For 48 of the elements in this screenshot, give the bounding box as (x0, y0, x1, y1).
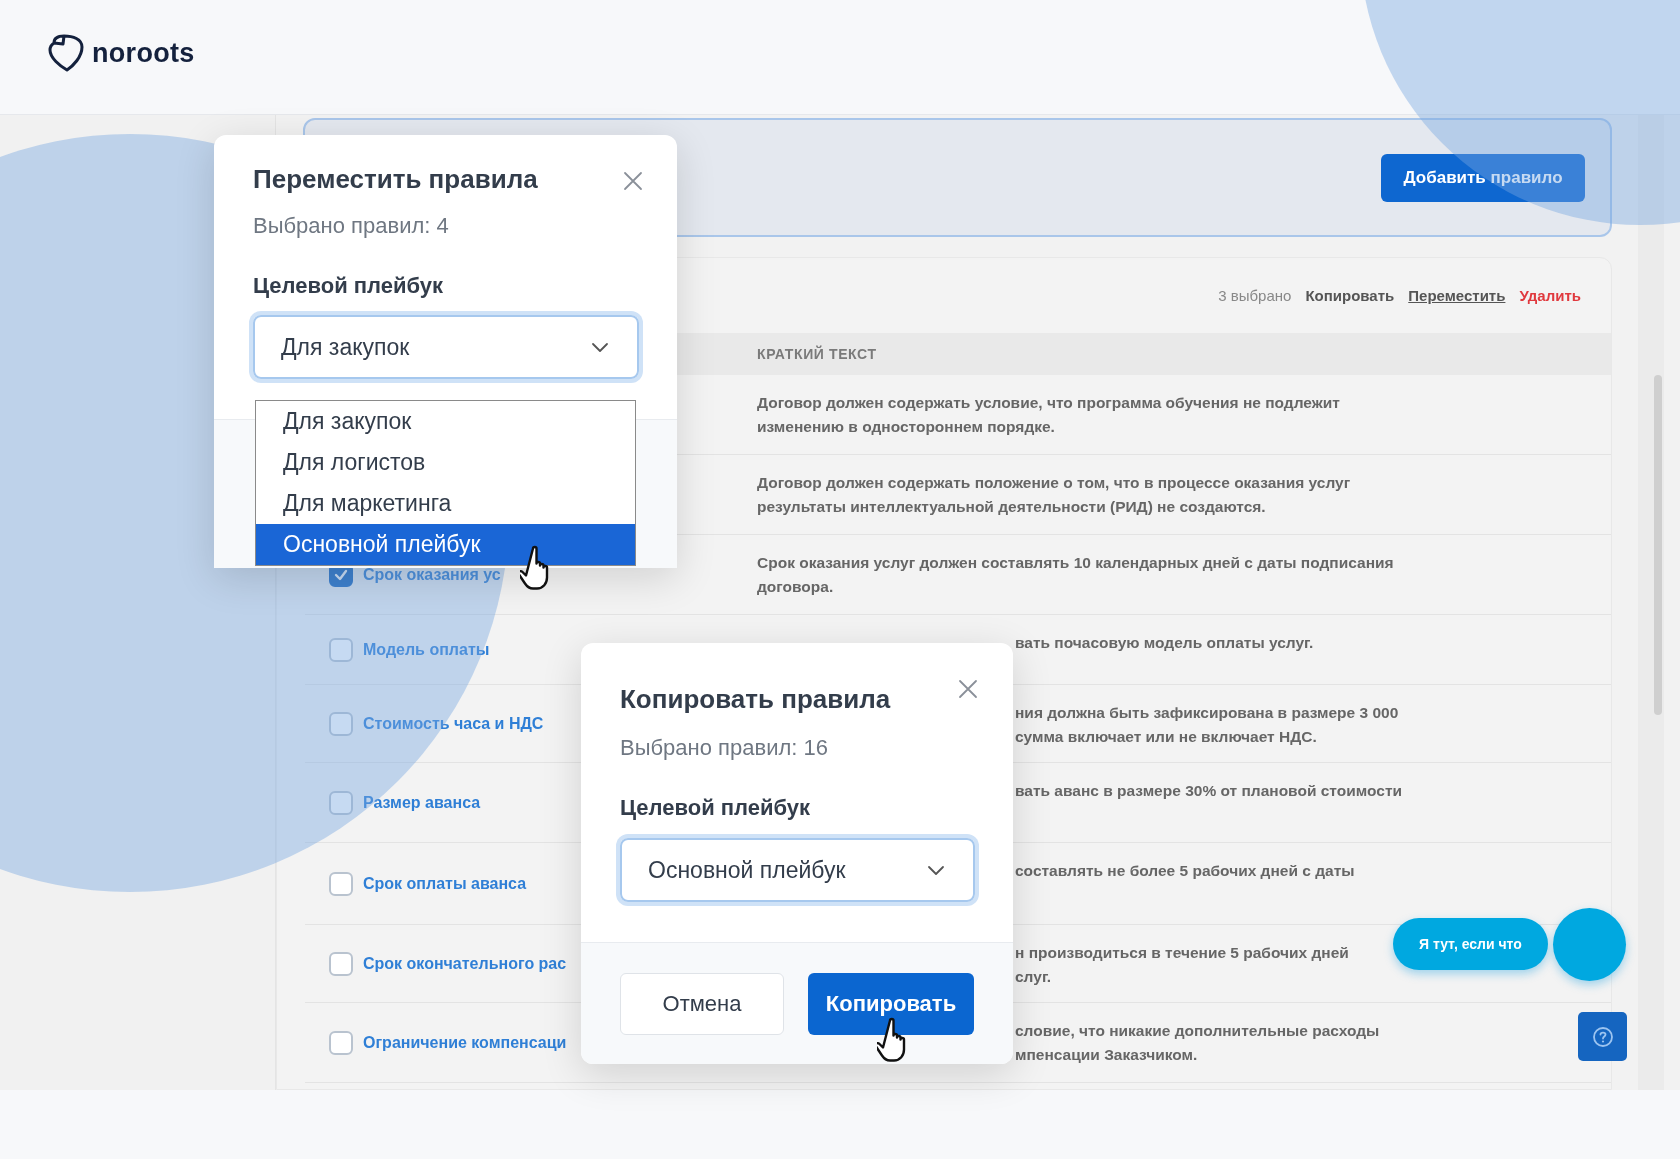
field-label: Целевой плейбук (253, 273, 445, 299)
action-link[interactable]: Переместить (1408, 287, 1506, 304)
help-icon (1591, 1025, 1614, 1048)
dialog-title: Переместить правила (253, 163, 538, 195)
action-link[interactable]: Копировать (1305, 287, 1395, 304)
dialog-subtitle: Выбрано правил: 16 (620, 735, 829, 761)
delete-link[interactable]: Удалить (1519, 287, 1581, 304)
dropdown-option[interactable]: Для закупок (256, 401, 635, 442)
table-cell-text: Договор должен содержать положение о том, что в процессе оказания услуг результаты интеллектуальной деятельности (РИД) не создаются. (757, 473, 1351, 517)
rule-name-link[interactable]: Ограничение компенсаци (363, 1033, 567, 1052)
add-rule-button[interactable]: Добавить правило (1381, 153, 1585, 202)
selection-count: 3 выбрано (1218, 287, 1292, 304)
checkbox[interactable] (329, 637, 353, 662)
table-cell-text: ния должна быть зафиксирована в размере 3 000 сумма включает или не включает НДС. (1015, 703, 1399, 747)
logo-text: noroots (92, 37, 195, 69)
logo-icon (46, 33, 86, 73)
dialog-title: Копировать правила (620, 683, 891, 715)
checkbox[interactable] (329, 1030, 353, 1055)
rule-name-link[interactable]: Стоимость часа и НДС (363, 714, 544, 733)
checkbox[interactable] (329, 951, 353, 976)
table-cell-text: составлять не более 5 рабочих дней с даты (1015, 861, 1355, 881)
field-label: Целевой плейбук (620, 795, 812, 821)
dropdown-option[interactable]: Основной плейбук (256, 524, 635, 565)
scrollbar[interactable] (1638, 115, 1664, 1090)
dropdown-option[interactable]: Для маркетинга (256, 483, 635, 524)
table-cell-text: вать аванс в размере 30% от плановой стоимости (1015, 781, 1402, 801)
rule-name-link[interactable]: Срок оплаты аванса (363, 874, 527, 893)
chat-bubble[interactable]: Я тут, если что (1393, 918, 1548, 970)
table-cell-text: Договор должен содержать условие, что программа обучения не подлежит изменению в одностороннем порядке. (757, 393, 1340, 437)
checkbox[interactable] (329, 790, 353, 815)
table-cell-text: н производиться в течение 5 рабочих дней слуг. (1015, 943, 1349, 987)
cancel-button[interactable]: Отмена (620, 973, 784, 1035)
chevron-down-icon (591, 341, 609, 353)
table-cell-text: словие, что никакие дополнительные расходы мпенсации Заказчиком. (1015, 1021, 1380, 1065)
rule-name-link[interactable]: Срок окончательного рас (363, 954, 567, 973)
dropdown-option[interactable]: Для логистов (256, 442, 635, 483)
table-cell-text: Срок оказания услуг должен составлять 10 календарных дней с даты подписания договора. (757, 553, 1394, 597)
chevron-down-icon (927, 864, 945, 876)
table-cell-text: вать почасовую модель оплаты услуг. (1015, 633, 1314, 653)
help-button[interactable] (1578, 1012, 1627, 1061)
copy-button[interactable]: Копировать (808, 973, 974, 1035)
checkbox[interactable] (329, 711, 353, 736)
close-icon[interactable] (958, 679, 978, 699)
checkbox[interactable] (329, 871, 353, 896)
close-icon[interactable] (623, 171, 643, 191)
dialog-subtitle: Выбрано правил: 4 (253, 213, 450, 239)
column-header: КРАТКИЙ ТЕКСТ (757, 346, 877, 362)
rule-name-link[interactable]: Размер аванса (363, 793, 481, 812)
